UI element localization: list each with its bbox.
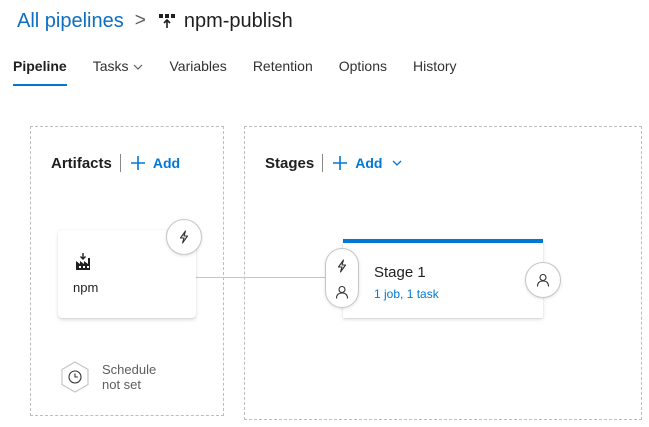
- post-deployment-conditions-button[interactable]: [525, 262, 561, 298]
- pipeline-tabs: Pipeline Tasks Variables Retention Optio…: [13, 52, 483, 86]
- schedule-line-2: not set: [102, 377, 142, 392]
- add-stage-button[interactable]: Add: [333, 155, 411, 171]
- tab-retention[interactable]: Retention: [253, 52, 313, 86]
- stage-summary-link[interactable]: 1 job, 1 task: [374, 287, 439, 301]
- breadcrumb: All pipelines > npm-publish: [17, 8, 293, 34]
- tab-variables[interactable]: Variables: [169, 52, 226, 86]
- header-divider: [322, 154, 324, 172]
- tab-label: Retention: [252, 58, 313, 74]
- tab-label: History: [413, 58, 457, 74]
- tab-options[interactable]: Options: [339, 52, 387, 86]
- breadcrumb-all-pipelines-link[interactable]: All pipelines: [17, 10, 124, 33]
- stage-card[interactable]: Stage 1 1 job, 1 task: [343, 239, 543, 318]
- clock-icon: [61, 361, 89, 393]
- schedule-line-1: Schedule: [102, 362, 157, 377]
- tab-label: Pipeline: [13, 58, 67, 74]
- plus-icon: [130, 156, 145, 170]
- artifact-name: npm: [73, 280, 99, 295]
- artifacts-header: Artifacts Add: [51, 154, 180, 172]
- tab-history[interactable]: History: [413, 52, 457, 86]
- artifact-stage-connector: [196, 277, 326, 278]
- pre-deployment-trigger-button[interactable]: [326, 255, 358, 277]
- add-stage-label: Add: [355, 155, 383, 171]
- person-icon: [536, 273, 550, 287]
- lightning-icon: [179, 230, 189, 244]
- schedule-label: Schedule not set: [102, 362, 156, 392]
- artifacts-title: Artifacts: [51, 154, 112, 172]
- plus-icon: [333, 156, 348, 170]
- schedule-trigger[interactable]: Schedule not set: [58, 360, 156, 394]
- stages-header: Stages Add: [265, 154, 411, 172]
- add-artifact-label: Add: [152, 155, 181, 171]
- tab-label: Variables: [169, 58, 227, 74]
- add-artifact-button[interactable]: Add: [130, 155, 181, 171]
- person-icon: [335, 285, 349, 299]
- chevron-down-icon: [134, 64, 143, 70]
- pre-deployment-conditions: [325, 248, 359, 308]
- stages-title: Stages: [265, 154, 315, 172]
- tab-tasks[interactable]: Tasks: [93, 52, 144, 86]
- header-divider: [119, 154, 121, 172]
- pre-deployment-approvals-button[interactable]: [326, 281, 358, 303]
- continuous-deployment-trigger-button[interactable]: [166, 219, 202, 255]
- tab-label: Tasks: [92, 58, 129, 74]
- npm-package-icon: [76, 253, 90, 270]
- chevron-down-icon: [392, 160, 402, 166]
- page-title: npm-publish: [183, 9, 293, 32]
- tab-label: Options: [338, 58, 387, 74]
- stage-name: Stage 1: [374, 264, 426, 281]
- pipeline-icon: [158, 14, 175, 28]
- breadcrumb-separator: >: [134, 10, 146, 31]
- lightning-icon: [337, 259, 347, 273]
- tab-pipeline[interactable]: Pipeline: [13, 52, 67, 86]
